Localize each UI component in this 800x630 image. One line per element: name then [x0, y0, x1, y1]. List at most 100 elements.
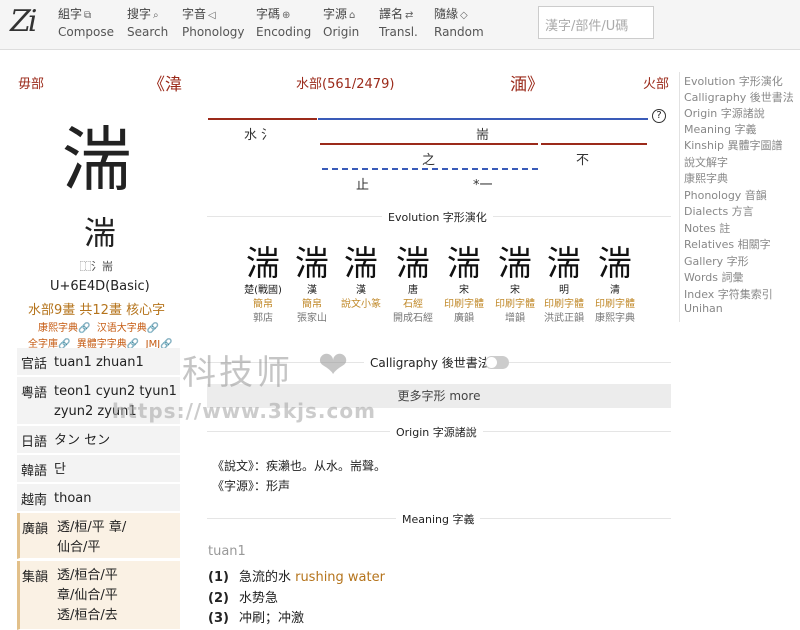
evo-style: 簡帛: [253, 299, 273, 310]
search-input[interactable]: 漢字/部件/U碼: [538, 6, 654, 39]
evo-style: 簡帛: [302, 299, 322, 310]
evolution-glyph[interactable]: 湍: [390, 236, 436, 285]
sidebar-divider: [679, 72, 680, 322]
pron-label: 粵語: [21, 386, 48, 401]
prev-radical-link[interactable]: 毋部: [18, 73, 44, 92]
nav-translation[interactable]: 譯名 ⇄ Transl.: [379, 6, 418, 41]
evolution-glyph[interactable]: 湍: [592, 236, 638, 285]
help-icon[interactable]: ?: [652, 109, 666, 123]
pron-row-japanese: 日語 タン セン: [17, 426, 180, 454]
nav-phonology-en: Phonology: [182, 25, 245, 39]
sidebar-link-words[interactable]: Words 詞彙: [684, 269, 744, 285]
pron-value: thoan: [54, 491, 92, 506]
evolution-glyph[interactable]: 湍: [441, 236, 487, 285]
evolution-glyph[interactable]: 湍: [541, 236, 587, 285]
evo-dynasty: 清: [610, 285, 620, 296]
sidebar-link-phonology[interactable]: Phonology 音韻: [684, 187, 767, 203]
globe-icon: ⊕: [282, 10, 291, 21]
sidebar-link-kinship[interactable]: Kinship 異體字圖譜: [684, 137, 782, 153]
decomp-bar-shui: [208, 118, 317, 120]
sidebar-link-notes[interactable]: Notes 註: [684, 220, 730, 236]
radical-position[interactable]: 水部(561/2479): [296, 73, 394, 92]
nav-encoding[interactable]: 字碼 ⊕ Encoding: [256, 6, 311, 41]
nav-search-zh: 搜字: [127, 7, 152, 21]
evo-style: 印刷字體: [544, 299, 584, 310]
evolution-title: Evolution 字形演化: [382, 209, 493, 225]
pron-value: 단: [54, 462, 66, 477]
meaning-item: (3) 冲刷；冲激: [208, 607, 304, 626]
pron-row-guangyun: 廣韻 透/桓/平 章/仙合/平: [17, 513, 180, 559]
evo-style: 石經: [403, 299, 423, 310]
sidebar-link-index[interactable]: Index 字符集索引: [684, 286, 773, 302]
origin-icon: ⌂: [349, 10, 356, 21]
evo-source: 增韻: [505, 313, 525, 324]
evo-style: 印刷字體: [495, 299, 535, 310]
nav-random-zh: 隨緣: [434, 7, 459, 21]
sidebar-link-unihan[interactable]: Unihan: [684, 302, 723, 315]
meaning-en: rushing water: [295, 570, 385, 585]
sidebar-link-dialects[interactable]: Dialects 方言: [684, 203, 754, 219]
nav-compose-en: Compose: [58, 25, 115, 39]
evo-dynasty: 明: [559, 285, 569, 296]
evolution-label: 漢簡帛 張家山: [286, 284, 338, 326]
decomp-zhi-foot[interactable]: 止: [356, 174, 369, 193]
evolution-glyph[interactable]: 湍: [338, 236, 384, 285]
origin-title: Origin 字源諸說: [390, 424, 483, 440]
decomp-duan[interactable]: 耑: [476, 124, 489, 143]
sidebar-link-calligraphy[interactable]: Calligraphy 後世書法: [684, 89, 794, 105]
pron-value: 透/桓/平 章/仙合/平: [57, 520, 127, 555]
evolution-glyph[interactable]: 湍: [240, 236, 286, 285]
sidebar-link-gallery[interactable]: Gallery 字形: [684, 253, 749, 269]
evolution-glyph[interactable]: 湍: [289, 236, 335, 285]
decomp-bar-dashed: [322, 168, 538, 170]
dict-links-row1: 康熙字典🔗 汉语大字典🔗: [38, 319, 159, 334]
evolution-label: 漢說文小篆: [335, 284, 387, 312]
calligraphy-title: Calligraphy 後世書法: [364, 354, 496, 371]
origin-line: 《字源》：形声: [212, 479, 291, 493]
hanyu-dazidian-link[interactable]: 汉语大字典🔗: [97, 323, 159, 334]
evo-style: 說文小篆: [341, 299, 381, 310]
pron-label: 廣韻: [22, 522, 49, 537]
meaning-num: (1): [208, 570, 229, 585]
nav-translation-zh: 譯名: [379, 7, 404, 21]
sidebar-link-shuowen[interactable]: 說文解字: [684, 154, 728, 170]
meaning-item: (2) 水势急: [208, 587, 278, 606]
nav-compose[interactable]: 組字 ⧉ Compose: [58, 6, 114, 41]
sidebar-link-kangxi[interactable]: 康熙字典: [684, 170, 728, 186]
sidebar-link-meaning[interactable]: Meaning 字義: [684, 121, 756, 137]
evo-source: 郭店: [253, 313, 273, 324]
sidebar-link-relatives[interactable]: Relatives 相關字: [684, 236, 771, 252]
pron-value: 透/桓合/平 章/仙合/平 透/桓合/去: [57, 568, 118, 623]
nav-origin[interactable]: 字源 ⌂ Origin: [323, 6, 359, 41]
decomp-yi[interactable]: *一: [473, 174, 493, 193]
heart-icon: ❤: [318, 345, 349, 386]
decomp-bar-duan: [318, 118, 648, 120]
decomp-zhi[interactable]: 之: [422, 149, 435, 168]
nav-compose-zh: 組字: [58, 7, 83, 21]
next-char-link[interactable]: 湎》: [510, 70, 544, 95]
pron-label: 官話: [21, 357, 48, 372]
pron-row-vietnamese: 越南 thoan: [17, 484, 180, 512]
nav-search[interactable]: 搜字 ⌕ Search: [127, 6, 168, 41]
evolution-label: 楚(戰國) 簡帛 郭店: [237, 284, 289, 326]
sidebar-link-origin[interactable]: Origin 字源諸說: [684, 105, 765, 121]
evolution-glyph[interactable]: 湍: [492, 236, 538, 285]
search-icon: ⌕: [153, 10, 159, 21]
calligraphy-toggle[interactable]: [485, 356, 509, 369]
pron-row-mandarin: 官話 tuan1 zhuan1: [17, 348, 180, 376]
pron-row-jiyun: 集韻 透/桓合/平 章/仙合/平 透/桓合/去: [17, 561, 180, 630]
nav-random[interactable]: 隨緣 ◇ Random: [434, 6, 484, 41]
next-radical-link[interactable]: 火部: [643, 73, 669, 92]
site-logo[interactable]: Zi: [10, 4, 44, 44]
decomp-bu[interactable]: 不: [576, 149, 589, 168]
evo-dynasty: 唐: [408, 285, 418, 296]
kangxi-link[interactable]: 康熙字典🔗: [38, 323, 90, 334]
decomp-shui[interactable]: 水 氵: [244, 124, 274, 143]
prev-char-link[interactable]: 《湋: [148, 70, 182, 95]
seal-character: 湍: [84, 214, 117, 252]
sidebar-link-evolution[interactable]: Evolution 字形演化: [684, 73, 783, 89]
evo-dynasty: 宋: [510, 285, 520, 296]
origin-line: 《說文》：疾瀨也。从水。耑聲。: [212, 459, 387, 473]
nav-phonology[interactable]: 字音 ◁ Phonology: [182, 6, 245, 41]
evo-dynasty: 宋: [459, 285, 469, 296]
